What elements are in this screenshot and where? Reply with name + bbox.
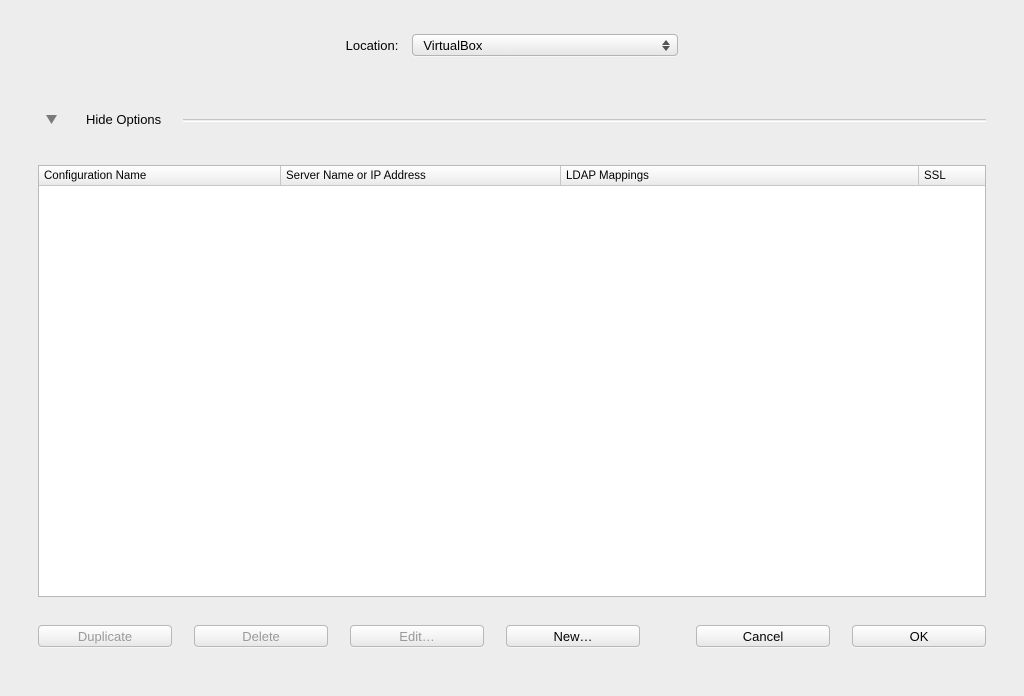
duplicate-button[interactable]: Duplicate xyxy=(38,625,172,647)
location-row: Location: VirtualBox xyxy=(0,0,1024,56)
column-header-ldap-mappings[interactable]: LDAP Mappings xyxy=(561,166,919,185)
delete-button[interactable]: Delete xyxy=(194,625,328,647)
location-select-value: VirtualBox xyxy=(423,38,482,53)
updown-arrows-icon xyxy=(661,38,671,52)
configurations-table[interactable]: Configuration Name Server Name or IP Add… xyxy=(38,165,986,597)
column-header-ssl[interactable]: SSL xyxy=(919,166,985,185)
column-header-server-name[interactable]: Server Name or IP Address xyxy=(281,166,561,185)
location-label: Location: xyxy=(346,38,399,53)
table-header: Configuration Name Server Name or IP Add… xyxy=(39,166,985,186)
dialog-window: Location: VirtualBox Hide Options Config… xyxy=(0,0,1024,696)
disclosure-row: Hide Options xyxy=(0,112,1024,127)
location-select[interactable]: VirtualBox xyxy=(412,34,678,56)
button-row: Duplicate Delete Edit… New… Cancel OK xyxy=(38,625,986,647)
disclosure-triangle-icon[interactable] xyxy=(44,113,58,127)
ok-button[interactable]: OK xyxy=(852,625,986,647)
column-header-configuration-name[interactable]: Configuration Name xyxy=(39,166,281,185)
cancel-button[interactable]: Cancel xyxy=(696,625,830,647)
disclosure-label: Hide Options xyxy=(86,112,161,127)
separator xyxy=(183,119,986,122)
edit-button[interactable]: Edit… xyxy=(350,625,484,647)
new-button[interactable]: New… xyxy=(506,625,640,647)
table-body xyxy=(39,186,985,596)
